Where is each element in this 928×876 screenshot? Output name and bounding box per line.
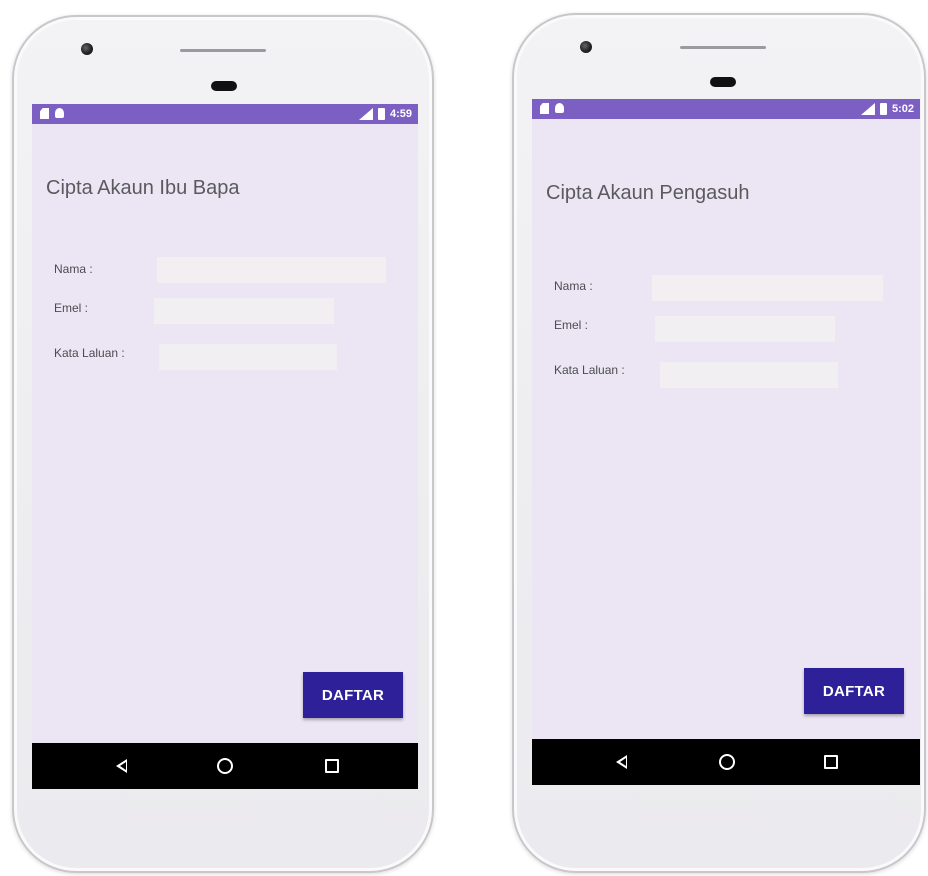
- front-camera: [580, 41, 592, 53]
- back-icon[interactable]: [608, 749, 634, 775]
- navigation-bar: [32, 743, 418, 789]
- earpiece: [710, 77, 736, 87]
- phone-caregiver-registration: 5:02 Cipta Akaun Pengasuh Nama : Emel : …: [512, 13, 926, 873]
- status-time: 5:02: [891, 103, 914, 115]
- android-icon: [55, 108, 64, 118]
- signal-icon: [358, 108, 373, 120]
- nama-label: Nama :: [54, 262, 93, 276]
- battery-icon: [377, 108, 385, 120]
- kata-laluan-label: Kata Laluan :: [554, 363, 625, 377]
- kata-laluan-label: Kata Laluan :: [54, 346, 125, 360]
- screenshot-stage: 4:59 Cipta Akaun Ibu Bapa Nama : Emel : …: [0, 0, 928, 876]
- kata-laluan-input[interactable]: [660, 362, 838, 388]
- signal-icon: [860, 103, 875, 115]
- daftar-button[interactable]: DAFTAR: [804, 668, 904, 714]
- speaker-grille: [680, 46, 766, 49]
- emel-label: Emel :: [554, 318, 589, 332]
- back-icon[interactable]: [108, 753, 134, 779]
- status-bar: 4:59: [32, 104, 418, 124]
- screen: 4:59 Cipta Akaun Ibu Bapa Nama : Emel : …: [32, 104, 418, 789]
- status-time: 4:59: [389, 108, 412, 120]
- earpiece: [211, 81, 237, 91]
- nama-input[interactable]: [157, 257, 386, 283]
- status-bar: 5:02: [532, 99, 920, 119]
- page-title: Cipta Akaun Ibu Bapa: [46, 177, 240, 199]
- sd-card-icon: [540, 103, 549, 114]
- home-icon[interactable]: [714, 749, 740, 775]
- emel-label: Emel :: [54, 301, 89, 315]
- emel-input[interactable]: [655, 316, 835, 342]
- navigation-bar: [532, 739, 920, 785]
- nama-input[interactable]: [652, 275, 883, 301]
- home-icon[interactable]: [212, 753, 238, 779]
- daftar-button[interactable]: DAFTAR: [303, 672, 403, 718]
- android-icon: [555, 103, 564, 113]
- speaker-grille: [180, 49, 266, 52]
- battery-icon: [879, 103, 887, 115]
- nama-label: Nama :: [554, 279, 593, 293]
- kata-laluan-input[interactable]: [159, 344, 337, 370]
- recent-apps-icon[interactable]: [319, 753, 345, 779]
- front-camera: [81, 43, 93, 55]
- emel-input[interactable]: [154, 298, 334, 324]
- page-title: Cipta Akaun Pengasuh: [546, 182, 750, 204]
- screen: 5:02 Cipta Akaun Pengasuh Nama : Emel : …: [532, 99, 920, 785]
- phone-parent-registration: 4:59 Cipta Akaun Ibu Bapa Nama : Emel : …: [12, 15, 434, 873]
- recent-apps-icon[interactable]: [818, 749, 844, 775]
- sd-card-icon: [40, 108, 49, 119]
